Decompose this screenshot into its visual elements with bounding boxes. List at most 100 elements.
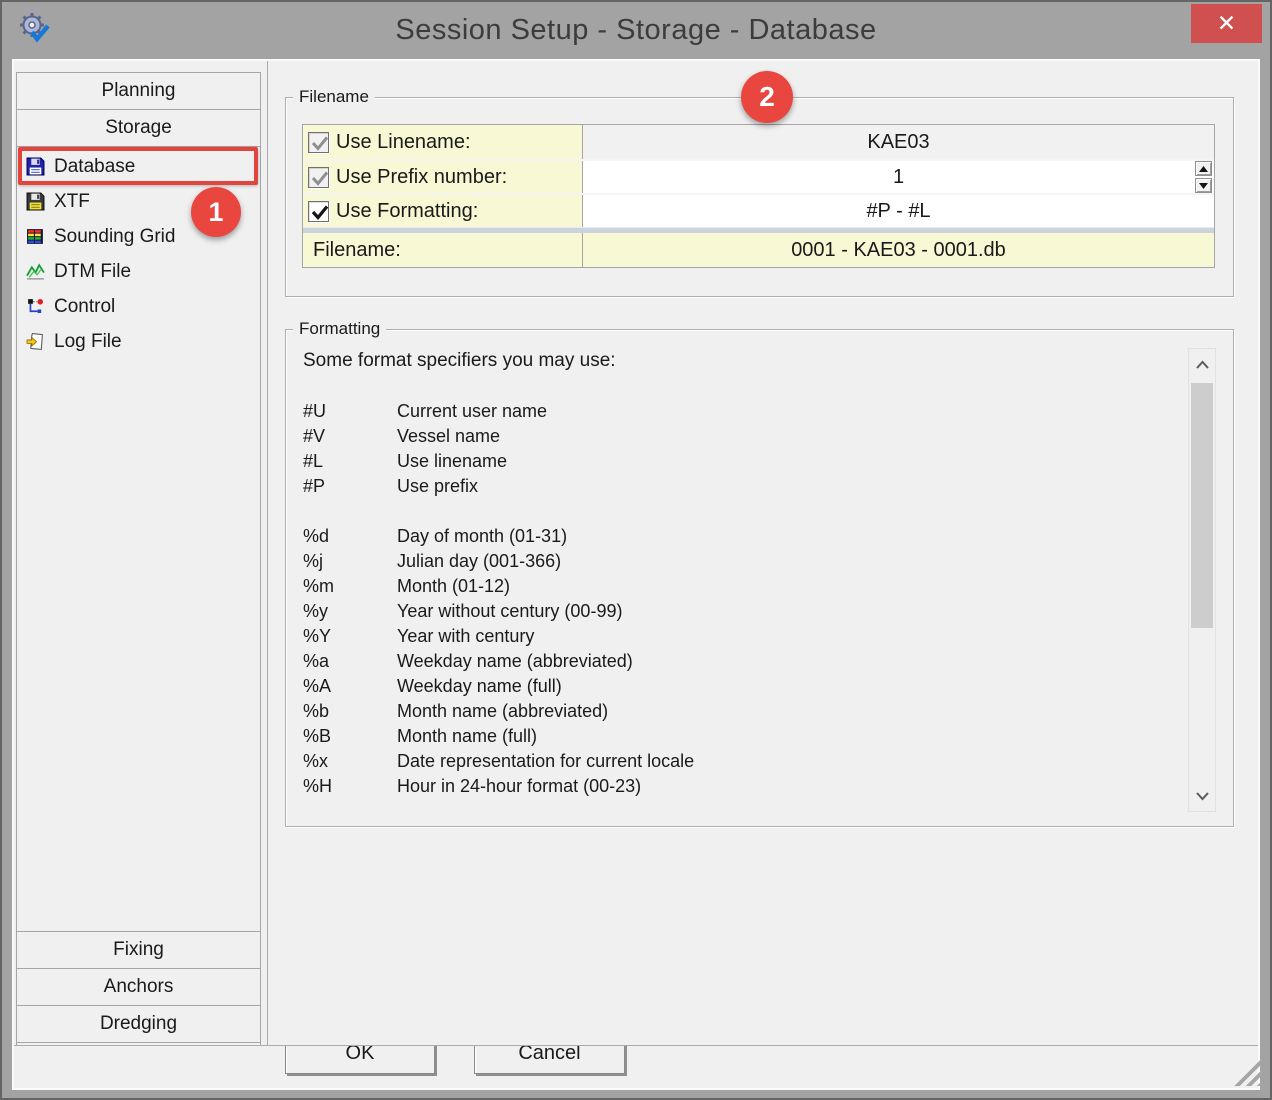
sidebar-section-planning[interactable]: Planning <box>16 72 261 110</box>
spec-desc: Vessel name <box>397 426 500 447</box>
spec-code: #V <box>303 426 397 447</box>
window-title: Session Setup - Storage - Database <box>2 2 1270 58</box>
sidebar-main-divider <box>267 61 268 1045</box>
filename-groupbox-label: Filename <box>293 88 375 106</box>
formatting-groupbox-label: Formatting <box>293 320 386 338</box>
sidebar-section-anchors[interactable]: Anchors <box>16 968 261 1006</box>
spec-desc: Day of month (01-31) <box>397 526 567 547</box>
spec-code: %d <box>303 526 397 547</box>
spec-desc: Julian day (001-366) <box>397 551 561 572</box>
table-row: Use Prefix number: 1 <box>303 159 1214 193</box>
sidebar-item-label: Control <box>54 296 115 318</box>
dtm-mesh-icon <box>26 262 45 281</box>
use-linename-checkbox <box>308 132 329 153</box>
spec-desc: Use linename <box>397 451 507 472</box>
spec-code: %j <box>303 551 397 572</box>
specifier-row: %d Day of month (01-31) <box>303 524 1163 549</box>
use-prefix-checkbox <box>308 167 329 188</box>
prefix-number-input[interactable]: 1 <box>583 161 1214 193</box>
database-highlight-rectangle <box>18 147 258 185</box>
specifier-row: %m Month (01-12) <box>303 574 1163 599</box>
spec-desc: Current user name <box>397 401 547 422</box>
specifier-list: #U Current user name #V Vessel name #L U… <box>303 399 1163 799</box>
spinner-down-button[interactable] <box>1195 178 1212 193</box>
sidebar-section-storage[interactable]: Storage <box>16 109 261 147</box>
sidebar-item-label: Log File <box>54 331 122 353</box>
spec-code: #U <box>303 401 397 422</box>
spinner-up-button[interactable] <box>1195 161 1212 176</box>
sounding-grid-icon <box>26 227 45 246</box>
table-row: Use Linename: KAE03 <box>303 125 1214 159</box>
filename-table: Use Linename: KAE03 Use Prefix number: 1… <box>302 124 1215 268</box>
specifier-row: %H Hour in 24-hour format (00-23) <box>303 774 1163 799</box>
sidebar-item-label: Sounding Grid <box>54 226 175 248</box>
close-button[interactable]: ✕ <box>1191 4 1262 43</box>
filename-value: 0001 - KAE03 - 0001.db <box>583 233 1214 267</box>
spec-desc: Month name (abbreviated) <box>397 701 608 722</box>
filename-label: Filename: <box>303 233 583 267</box>
specifier-row: #V Vessel name <box>303 424 1163 449</box>
table-row: Use Formatting: #P - #L <box>303 193 1214 227</box>
titlebar: Session Setup - Storage - Database ✕ <box>2 2 1270 58</box>
spec-code: %B <box>303 726 397 747</box>
specifier-row: %x Date representation for current local… <box>303 749 1163 774</box>
specifier-row: #L Use linename <box>303 449 1163 474</box>
spec-desc: Weekday name (full) <box>397 676 562 697</box>
specifier-row: %Y Year with century <box>303 624 1163 649</box>
session-setup-window: Session Setup - Storage - Database ✕ Pla… <box>0 0 1272 1100</box>
spec-desc: Year with century <box>397 626 534 647</box>
spec-code: %m <box>303 576 397 597</box>
prefix-spinner <box>1195 161 1212 193</box>
linename-value: KAE03 <box>583 125 1214 159</box>
sidebar-section-fixing[interactable]: Fixing <box>16 931 261 969</box>
spec-desc: Month (01-12) <box>397 576 510 597</box>
sidebar-item-label: DTM File <box>54 261 131 283</box>
spec-code: %A <box>303 676 397 697</box>
formatting-scrollbar[interactable] <box>1188 348 1216 812</box>
specifier-row: %a Weekday name (abbreviated) <box>303 649 1163 674</box>
use-prefix-label: Use Prefix number: <box>336 166 507 189</box>
spec-code: %Y <box>303 626 397 647</box>
spec-desc: Weekday name (abbreviated) <box>397 651 633 672</box>
formatting-input[interactable]: #P - #L <box>583 195 1214 227</box>
spec-desc: Year without century (00-99) <box>397 601 622 622</box>
sidebar-item-label: XTF <box>54 191 90 213</box>
scroll-up-icon[interactable] <box>1189 353 1215 375</box>
specifier-row: %j Julian day (001-366) <box>303 549 1163 574</box>
annotation-step-1: 1 <box>191 187 241 237</box>
cancel-button[interactable]: Cancel <box>474 1046 625 1074</box>
table-row: Filename: 0001 - KAE03 - 0001.db <box>303 233 1214 267</box>
spec-code: %H <box>303 776 397 797</box>
annotation-step-2: 2 <box>741 71 793 123</box>
use-linename-label: Use Linename: <box>336 131 471 154</box>
sidebar-item-control[interactable]: Control <box>18 289 258 324</box>
specifier-row: %A Weekday name (full) <box>303 674 1163 699</box>
floppy-yellow-icon <box>26 192 45 211</box>
spec-desc: Use prefix <box>397 476 478 497</box>
use-formatting-label: Use Formatting: <box>336 200 478 223</box>
sidebar-item-dtm-file[interactable]: DTM File <box>18 254 258 289</box>
specifier-row: %B Month name (full) <box>303 724 1163 749</box>
spec-desc: Month name (full) <box>397 726 537 747</box>
spec-desc: Date representation for current locale <box>397 751 694 772</box>
use-formatting-checkbox[interactable] <box>308 201 329 222</box>
spec-code: %a <box>303 651 397 672</box>
scrollbar-thumb[interactable] <box>1191 383 1213 628</box>
spec-code: %b <box>303 701 397 722</box>
spec-code: %x <box>303 751 397 772</box>
sidebar-item-log-file[interactable]: Log File <box>18 324 258 359</box>
specifier-row: %y Year without century (00-99) <box>303 599 1163 624</box>
specifier-row: #P Use prefix <box>303 474 1163 499</box>
spec-desc: Hour in 24-hour format (00-23) <box>397 776 641 797</box>
specifier-row: %b Month name (abbreviated) <box>303 699 1163 724</box>
specifier-row: #U Current user name <box>303 399 1163 424</box>
ok-button[interactable]: OK <box>285 1046 435 1074</box>
spec-code: #L <box>303 451 397 472</box>
control-point-icon <box>26 297 45 316</box>
spec-code: #P <box>303 476 397 497</box>
spec-code: %y <box>303 601 397 622</box>
scroll-down-icon[interactable] <box>1189 785 1215 807</box>
footer-button-strip: OK Cancel <box>2 1046 1272 1077</box>
sidebar-section-dredging[interactable]: Dredging <box>16 1005 261 1043</box>
formatting-intro: Some format specifiers you may use: <box>303 350 616 372</box>
